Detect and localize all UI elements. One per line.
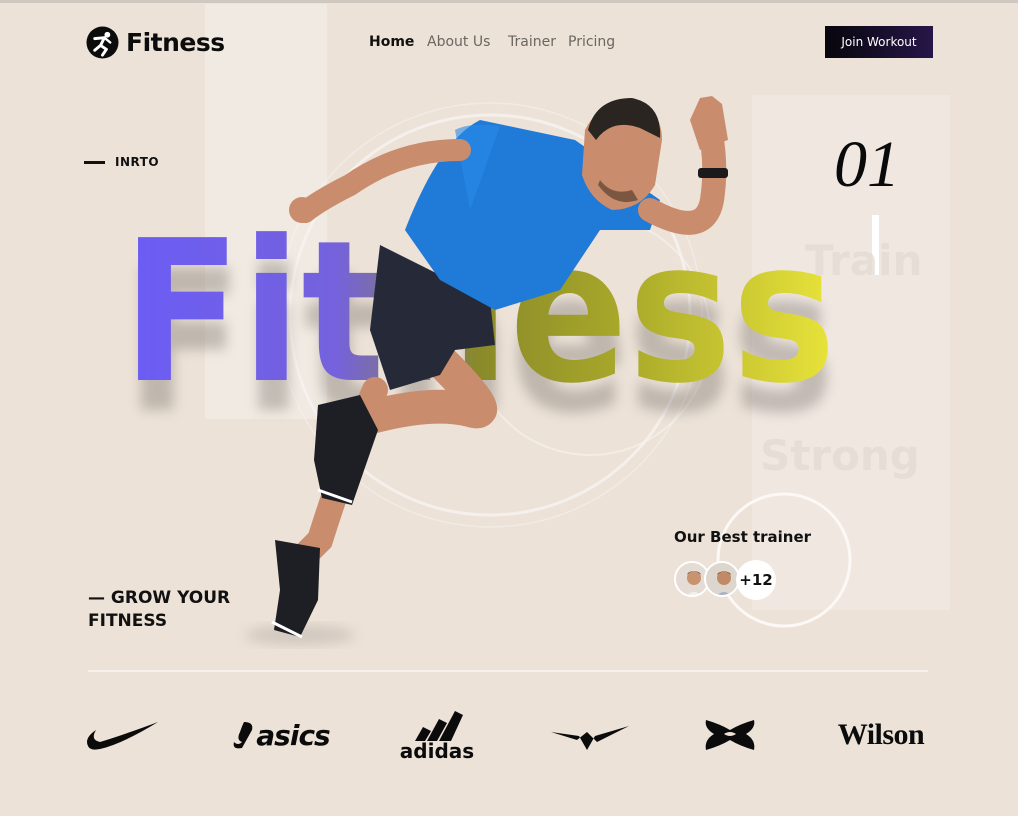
tagline-line-2: FITNESS bbox=[88, 611, 168, 631]
trainer-avatar-2-face-icon bbox=[706, 563, 738, 595]
brand-wilson[interactable]: Wilson bbox=[826, 700, 936, 770]
brand-nike[interactable] bbox=[84, 700, 162, 770]
brand-adidas[interactable]: adidas bbox=[394, 700, 480, 770]
best-trainer-label: Our Best trainer bbox=[674, 528, 812, 546]
brand-mizuno[interactable] bbox=[550, 700, 630, 770]
hero-artwork: Fitness Fitness Train Strong bbox=[122, 96, 922, 645]
tagline-line-1: — GROW YOUR bbox=[88, 588, 231, 608]
adidas-wordmark: adidas bbox=[399, 739, 475, 763]
nike-swoosh-icon bbox=[87, 722, 158, 750]
wilson-wordmark: Wilson bbox=[837, 718, 925, 751]
section-divider bbox=[88, 670, 928, 672]
asics-wordmark: asics bbox=[256, 718, 330, 752]
adidas-stripes-icon bbox=[415, 711, 463, 741]
grow-fitness-tagline: — GROW YOUR FITNESS bbox=[88, 587, 288, 633]
trainer-extra-count[interactable]: +12 bbox=[736, 560, 776, 600]
trainer-avatar-2[interactable] bbox=[704, 561, 740, 597]
under-armour-icon bbox=[705, 720, 755, 750]
mizuno-runbird-icon bbox=[551, 726, 629, 750]
brand-asics[interactable]: asics bbox=[230, 700, 331, 770]
ghost-word-2: Strong bbox=[760, 431, 920, 480]
brand-strip: asics adidas Wilson bbox=[0, 700, 1018, 770]
trainer-avatars[interactable]: +12 bbox=[674, 560, 784, 600]
asics-stripe-icon bbox=[233, 722, 253, 749]
ghost-word-1: Train bbox=[805, 236, 922, 285]
brand-under-armour[interactable] bbox=[700, 700, 760, 770]
